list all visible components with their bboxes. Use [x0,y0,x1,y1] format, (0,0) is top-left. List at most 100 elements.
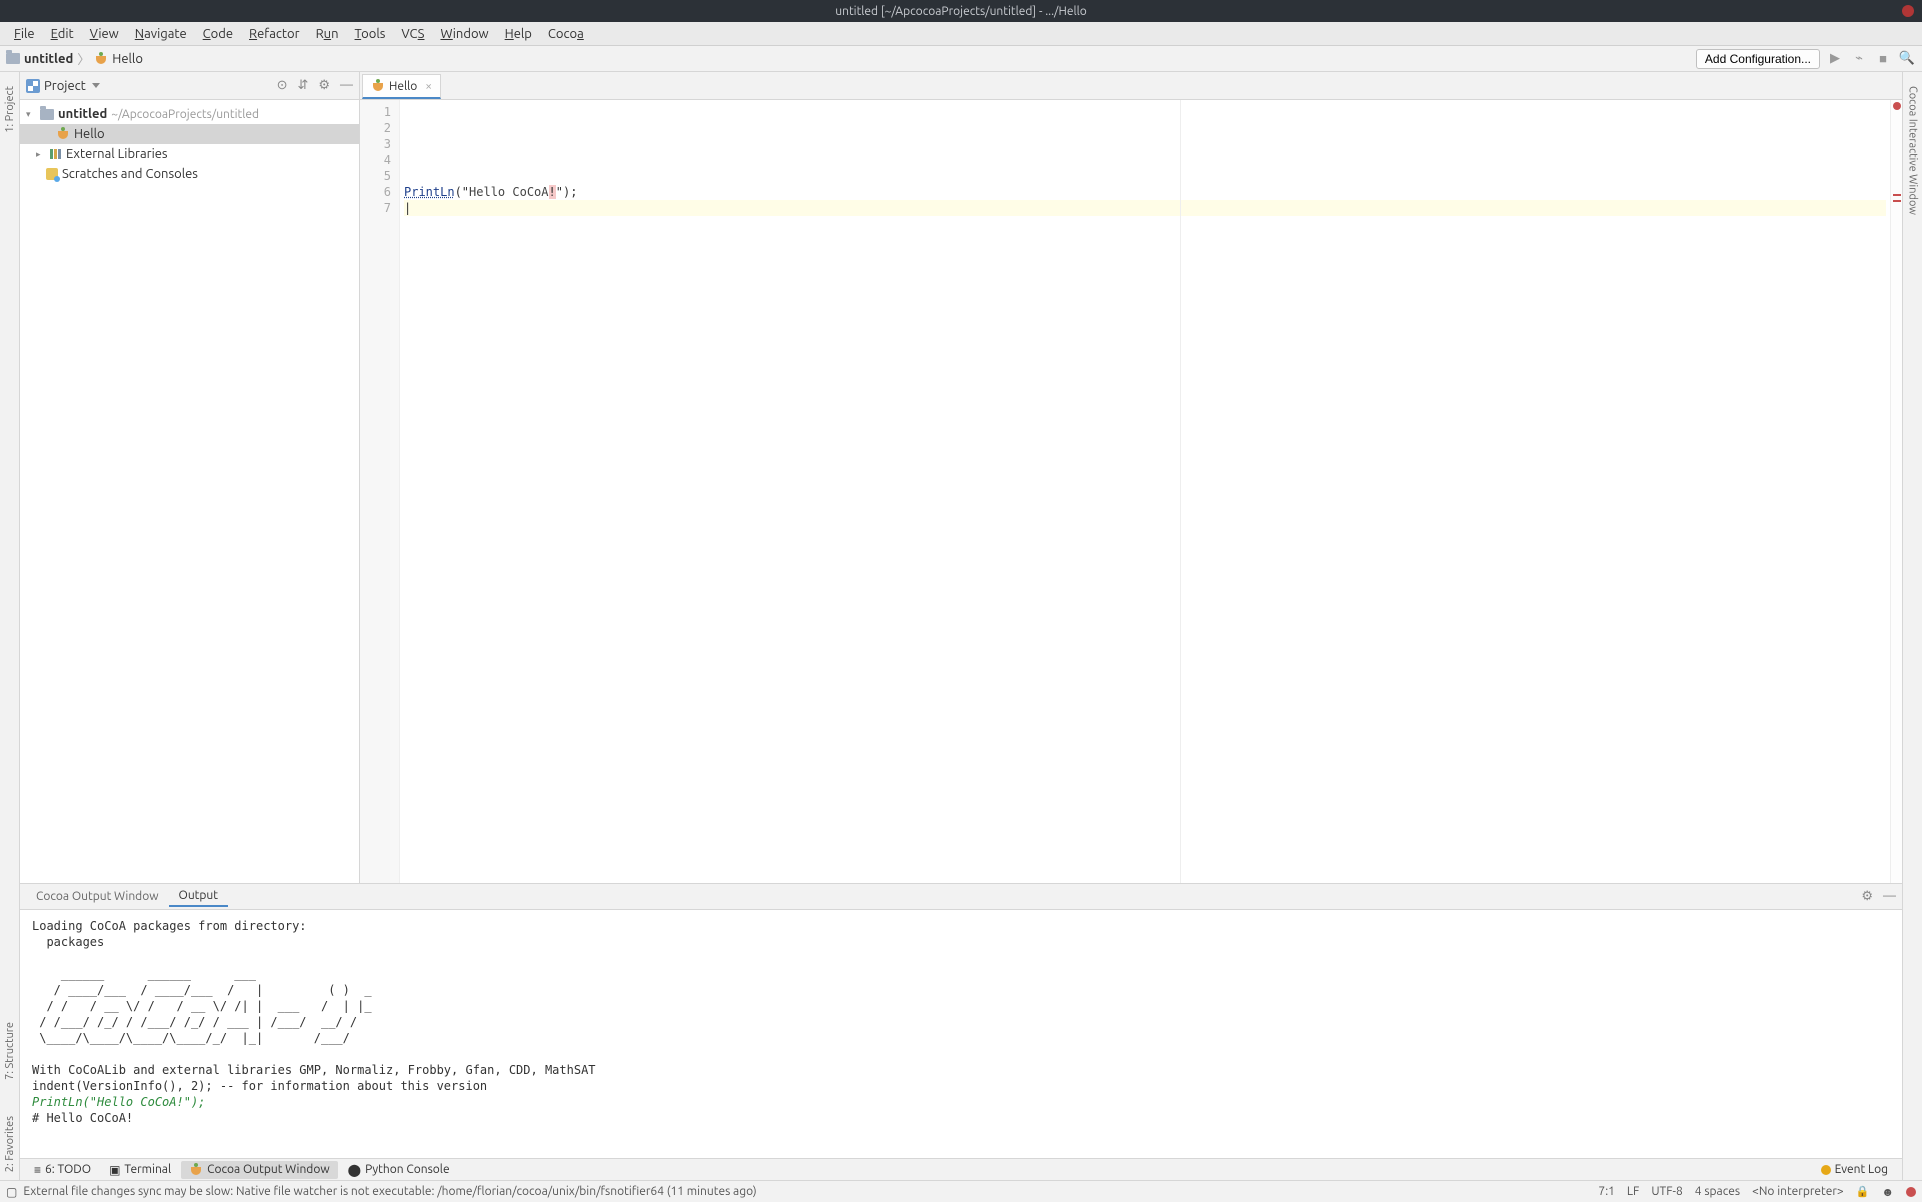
project-view-selector[interactable]: Project [44,79,86,93]
code-editor[interactable]: PrintLn("Hello CoCoA!"); | [400,100,1890,883]
bottom-tool-strip: ≡6: TODO ▣Terminal Cocoa Output Window ⬤… [20,1158,1902,1180]
line-number: 5 [360,168,391,184]
menu-edit[interactable]: Edit [43,25,82,43]
tree-extlib-label: External Libraries [66,147,168,161]
status-message: External file changes sync may be slow: … [23,1185,756,1198]
status-cursor-position[interactable]: 7:1 [1598,1185,1615,1198]
hide-panel-icon[interactable]: — [340,78,353,93]
search-everywhere-icon[interactable]: 🔍 [1898,50,1916,68]
breadcrumb-file[interactable]: Hello [112,52,143,66]
error-indicator-icon[interactable] [1906,1187,1916,1197]
run-icon[interactable]: ▶ [1826,50,1844,68]
settings-icon[interactable]: ⚙ [318,78,330,93]
menu-cocoa[interactable]: Cocoa [540,25,592,43]
tab-output[interactable]: Output [169,886,228,907]
hide-panel-icon[interactable]: — [1883,889,1896,904]
menu-refactor[interactable]: Refactor [241,25,308,43]
readonly-lock-icon[interactable] [1856,1185,1870,1198]
locate-icon[interactable]: ⊙ [277,78,288,93]
console-text: Loading CoCoA packages from directory: p… [32,919,596,1093]
close-tab-icon[interactable]: × [425,80,432,93]
output-tool-window: Cocoa Output Window Output ⚙ — Loading C… [20,883,1902,1158]
tool-tab-python-console[interactable]: ⬤Python Console [340,1161,458,1179]
cocoa-file-icon [189,1163,203,1177]
console-output[interactable]: Loading CoCoA packages from directory: p… [20,910,1902,1158]
library-icon [50,148,62,160]
stop-icon[interactable]: ■ [1874,50,1892,68]
breadcrumb: untitled 〉 Hello [6,49,143,68]
tool-tab-project[interactable]: 1: Project [2,78,18,141]
menu-code[interactable]: Code [195,25,241,43]
menu-help[interactable]: Help [497,25,540,43]
editor-tab-hello[interactable]: Hello × [362,74,441,99]
error-mark[interactable] [1893,194,1901,196]
tree-external-libraries[interactable]: ▸ External Libraries [20,144,359,164]
window-close-button[interactable] [1902,5,1914,17]
folder-icon [40,109,54,120]
output-tab-bar: Cocoa Output Window Output ⚙ — [20,884,1902,910]
editor-tab-bar: Hello × [360,72,1902,100]
tool-tab-todo[interactable]: ≡6: TODO [26,1161,99,1179]
warning-icon [1821,1165,1831,1175]
project-view-icon [26,79,40,93]
inspection-icon[interactable]: ☻ [1881,1185,1894,1199]
right-margin-guide [1180,100,1181,883]
menu-tools[interactable]: Tools [347,25,394,43]
debug-icon[interactable]: ⌁ [1850,50,1868,68]
code-token-fn: PrintLn [404,185,455,199]
console-command: PrintLn("Hello CoCoA!"); [32,1095,205,1109]
tool-tab-event-log[interactable]: Event Log [1813,1161,1896,1178]
status-line-separator[interactable]: LF [1627,1185,1639,1198]
line-number: 1 [360,104,391,120]
add-configuration-button[interactable]: Add Configuration... [1696,49,1820,69]
error-mark[interactable] [1893,200,1901,202]
scratches-icon [46,168,58,180]
cocoa-file-icon [56,127,70,141]
expand-all-icon[interactable]: ⇵ [297,78,308,93]
expand-arrow-icon[interactable]: ▾ [26,109,36,120]
error-indicator-icon[interactable] [1893,102,1901,110]
menu-navigate[interactable]: Navigate [127,25,195,43]
menu-run[interactable]: Run [308,25,347,43]
window-titlebar: untitled [~/ApcocoaProjects/untitled] - … [0,0,1922,22]
tool-tab-cocoa-output[interactable]: Cocoa Output Window [181,1161,338,1179]
breadcrumb-separator: 〉 [77,49,90,68]
error-stripe[interactable] [1890,100,1902,883]
status-bar: ▢ External file changes sync may be slow… [0,1180,1922,1202]
editor-tab-label: Hello [389,80,417,93]
tree-file-hello[interactable]: Hello [20,124,359,144]
tool-tab-structure[interactable]: 7: Structure [2,1014,18,1088]
tab-cocoa-output[interactable]: Cocoa Output Window [26,887,169,906]
status-interpreter[interactable]: <No interpreter> [1752,1185,1844,1198]
tool-tab-favorites[interactable]: 2: Favorites [2,1108,18,1180]
project-tree: ▾ untitled ~/ApcocoaProjects/untitled He… [20,100,359,188]
expand-arrow-icon[interactable]: ▸ [36,149,46,160]
tool-tab-cocoa-interactive[interactable]: Cocoa Interactive Window [1905,78,1921,223]
status-indent[interactable]: 4 spaces [1695,1185,1740,1198]
console-result: # Hello CoCoA! [32,1111,133,1125]
chevron-down-icon[interactable] [92,83,100,88]
editor-body: 1 2 3 4 5 6 7 Pr [360,100,1902,883]
menu-window[interactable]: Window [432,25,496,43]
line-number: 2 [360,120,391,136]
cocoa-file-icon [371,79,385,93]
window-title: untitled [~/ApcocoaProjects/untitled] - … [835,5,1087,18]
tree-root[interactable]: ▾ untitled ~/ApcocoaProjects/untitled [20,104,359,124]
breadcrumb-project[interactable]: untitled [24,52,73,66]
line-number: 7 [360,200,391,216]
tree-scratches-label: Scratches and Consoles [62,167,198,181]
settings-icon[interactable]: ⚙ [1861,889,1873,904]
menu-file[interactable]: File [6,25,43,43]
tool-tab-terminal[interactable]: ▣Terminal [101,1161,179,1179]
navigation-bar: untitled 〉 Hello Add Configuration... ▶ … [0,46,1922,72]
line-gutter: 1 2 3 4 5 6 7 [360,100,400,883]
tree-root-path: ~/ApcocoaProjects/untitled [111,108,259,121]
menu-view[interactable]: View [82,25,127,43]
line-number: 3 [360,136,391,152]
status-encoding[interactable]: UTF-8 [1651,1185,1682,1198]
left-tool-strip: 1: Project 7: Structure 2: Favorites [0,72,20,1180]
tree-scratches[interactable]: Scratches and Consoles [20,164,359,184]
center-area: Project ⊙ ⇵ ⚙ — ▾ untitled ~/ApcocoaProj… [20,72,1902,1180]
status-menu-icon[interactable]: ▢ [6,1185,17,1199]
menu-vcs[interactable]: VCS [393,25,432,43]
